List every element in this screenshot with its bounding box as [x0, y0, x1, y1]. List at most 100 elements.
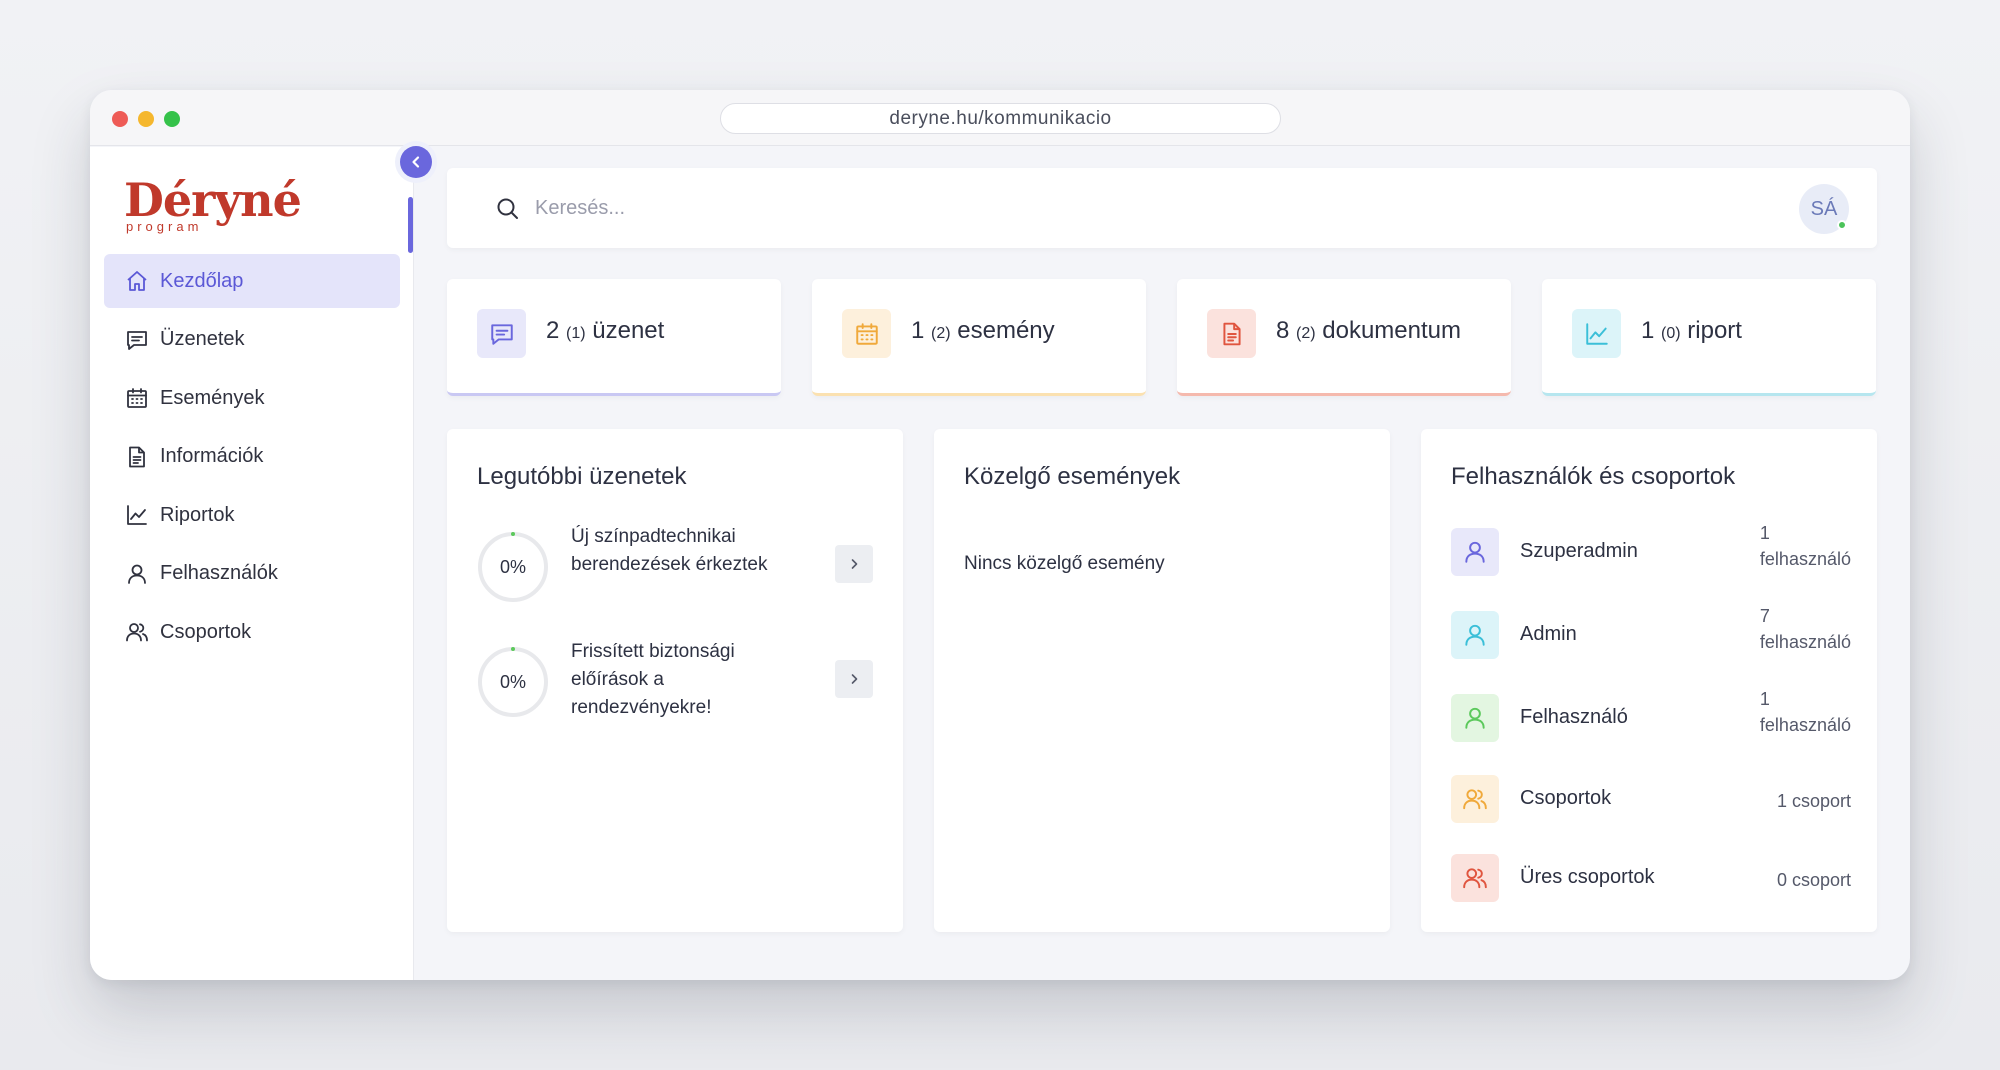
progress-label: 0%: [499, 556, 526, 577]
panel-title: Felhasználók és csoportok: [1451, 463, 1736, 490]
sidebar-item-esemenyek[interactable]: Események: [104, 371, 400, 425]
stat-text: 8 (2) dokumentum: [1276, 317, 1461, 345]
stat-label: dokumentum: [1322, 317, 1462, 344]
search-icon: [495, 196, 521, 222]
upcoming-events-panel: Közelgő események Nincs közelgő esemény: [934, 429, 1390, 932]
chart-icon: [1572, 309, 1621, 358]
user-icon: [1451, 611, 1499, 659]
role-name: Admin: [1520, 623, 1577, 645]
role-count-number: 7: [1759, 606, 1770, 626]
sidebar-item-informaciok[interactable]: Információk: [104, 430, 400, 484]
role-count: 1 felhasználó: [1760, 520, 1851, 572]
sidebar-item-label: Csoportok: [160, 620, 252, 643]
recent-messages-panel: Legutóbbi üzenetek 0% Új színpadtechnika…: [447, 429, 903, 932]
stat-text: 1 (0) riport: [1641, 317, 1742, 345]
user-role-row-admin[interactable]: Admin 7 felhasználó: [1451, 606, 1851, 661]
sidebar-item-riportok[interactable]: Riportok: [104, 488, 400, 542]
stat-sub-count: (0): [1661, 325, 1681, 342]
maximize-window-button[interactable]: [164, 111, 180, 127]
minimize-window-button[interactable]: [138, 111, 154, 127]
logo-name: Déryné: [124, 173, 302, 227]
user-icon: [124, 561, 150, 587]
stat-card-events[interactable]: 1 (2) esemény: [812, 279, 1146, 396]
sidebar-item-csoportok[interactable]: Csoportok: [104, 605, 400, 659]
close-window-button[interactable]: [112, 111, 128, 127]
role-name: Csoportok: [1520, 787, 1612, 809]
stat-text: 2 (1) üzenet: [546, 317, 664, 345]
active-nav-indicator: [408, 197, 413, 253]
search-input[interactable]: [535, 190, 1235, 226]
sidebar-item-felhasznalok[interactable]: Felhasználók: [104, 547, 400, 601]
browser-titlebar: deryne.hu/kommunikacio: [90, 90, 1910, 146]
sidebar: Déryné program Kezdőlap Üzenetek Esemény…: [90, 147, 414, 980]
sidebar-nav: Kezdőlap Üzenetek Események Információk: [104, 254, 400, 664]
address-bar[interactable]: deryne.hu/kommunikacio: [720, 103, 1281, 134]
chart-icon: [124, 502, 150, 528]
avatar[interactable]: SÁ: [1799, 184, 1849, 234]
stat-label: üzenet: [592, 317, 665, 344]
calendar-icon: [124, 385, 150, 411]
user-role-row-szuperadmin[interactable]: Szuperadmin 1 felhasználó: [1451, 523, 1851, 578]
user-role-row-csoportok[interactable]: Csoportok 1 csoport: [1451, 775, 1851, 825]
stat-count: 1: [911, 317, 925, 344]
sidebar-item-label: Riportok: [160, 503, 235, 526]
user-role-row-ures-csoportok[interactable]: Üres csoportok 0 csoport: [1451, 854, 1851, 904]
main-content: SÁ 2 (1) üzenet 1 (2) esemény: [414, 147, 1910, 980]
panel-title: Legutóbbi üzenetek: [477, 463, 687, 490]
message-item[interactable]: 0% Frissített biztonsági előírások a ren…: [477, 641, 877, 736]
user-icon: [1451, 694, 1499, 742]
message-title: Frissített biztonsági előírások a rendez…: [571, 641, 735, 718]
role-count-number: 1: [1759, 523, 1770, 543]
search-bar: SÁ: [447, 168, 1877, 248]
document-icon: [124, 444, 150, 470]
logo[interactable]: Déryné program: [124, 173, 302, 234]
stat-text: 1 (2) esemény: [911, 317, 1055, 345]
calendar-icon: [842, 309, 891, 358]
message-icon: [124, 327, 150, 353]
role-name: Felhasználó: [1520, 706, 1628, 728]
sidebar-item-uzenetek[interactable]: Üzenetek: [104, 313, 400, 367]
users-icon: [124, 619, 150, 645]
user-icon: [1451, 528, 1499, 576]
home-icon: [124, 268, 150, 294]
sidebar-item-label: Üzenetek: [160, 328, 245, 350]
stat-label: esemény: [957, 317, 1055, 344]
empty-state-text: Nincs közelgő esemény: [964, 553, 1165, 574]
role-count-unit: felhasználó: [1759, 715, 1851, 735]
message-item[interactable]: 0% Új színpadtechnikai berendezések érke…: [477, 526, 877, 621]
sidebar-item-kezdolap[interactable]: Kezdőlap: [104, 254, 400, 308]
avatar-initials: SÁ: [1810, 197, 1838, 220]
stat-card-messages[interactable]: 2 (1) üzenet: [447, 279, 781, 396]
stat-label: riport: [1687, 317, 1742, 344]
role-count: 1 csoport: [1776, 791, 1851, 811]
users-icon: [1451, 854, 1499, 902]
message-icon: [477, 309, 526, 358]
stat-card-reports[interactable]: 1 (0) riport: [1542, 279, 1876, 396]
sidebar-item-label: Felhasználók: [160, 562, 278, 584]
progress-label: 0%: [499, 671, 526, 692]
stat-count: 2: [546, 317, 560, 344]
role-count: 7 felhasználó: [1760, 603, 1851, 655]
role-name: Üres csoportok: [1520, 866, 1655, 888]
user-role-row-felhasznalo[interactable]: Felhasználó 1 felhasználó: [1451, 689, 1851, 744]
panel-title: Közelgő események: [964, 463, 1181, 490]
message-title: Új színpadtechnikai berendezések érkezte…: [571, 526, 768, 575]
stat-card-documents[interactable]: 8 (2) dokumentum: [1177, 279, 1511, 396]
stat-sub-count: (1): [566, 325, 586, 342]
chevron-right-icon: [851, 559, 858, 569]
sidebar-item-label: Események: [160, 386, 265, 409]
stat-count: 1: [1641, 317, 1655, 344]
stat-sub-count: (2): [1296, 325, 1316, 342]
role-count: 1 felhasználó: [1760, 686, 1851, 738]
role-count-unit: felhasználó: [1759, 632, 1851, 652]
role-count-number: 1: [1759, 689, 1770, 709]
sidebar-item-label: Kezdőlap: [160, 269, 244, 292]
role-count: 0 csoport: [1776, 870, 1851, 890]
open-message-button[interactable]: [835, 660, 873, 698]
open-message-button[interactable]: [835, 545, 873, 583]
sidebar-collapse-button[interactable]: [400, 146, 432, 178]
users-icon: [1451, 775, 1499, 823]
role-name: Szuperadmin: [1520, 540, 1638, 562]
users-groups-panel: Felhasználók és csoportok Szuperadmin 1 …: [1421, 429, 1877, 932]
role-count-unit: felhasználó: [1759, 549, 1851, 569]
